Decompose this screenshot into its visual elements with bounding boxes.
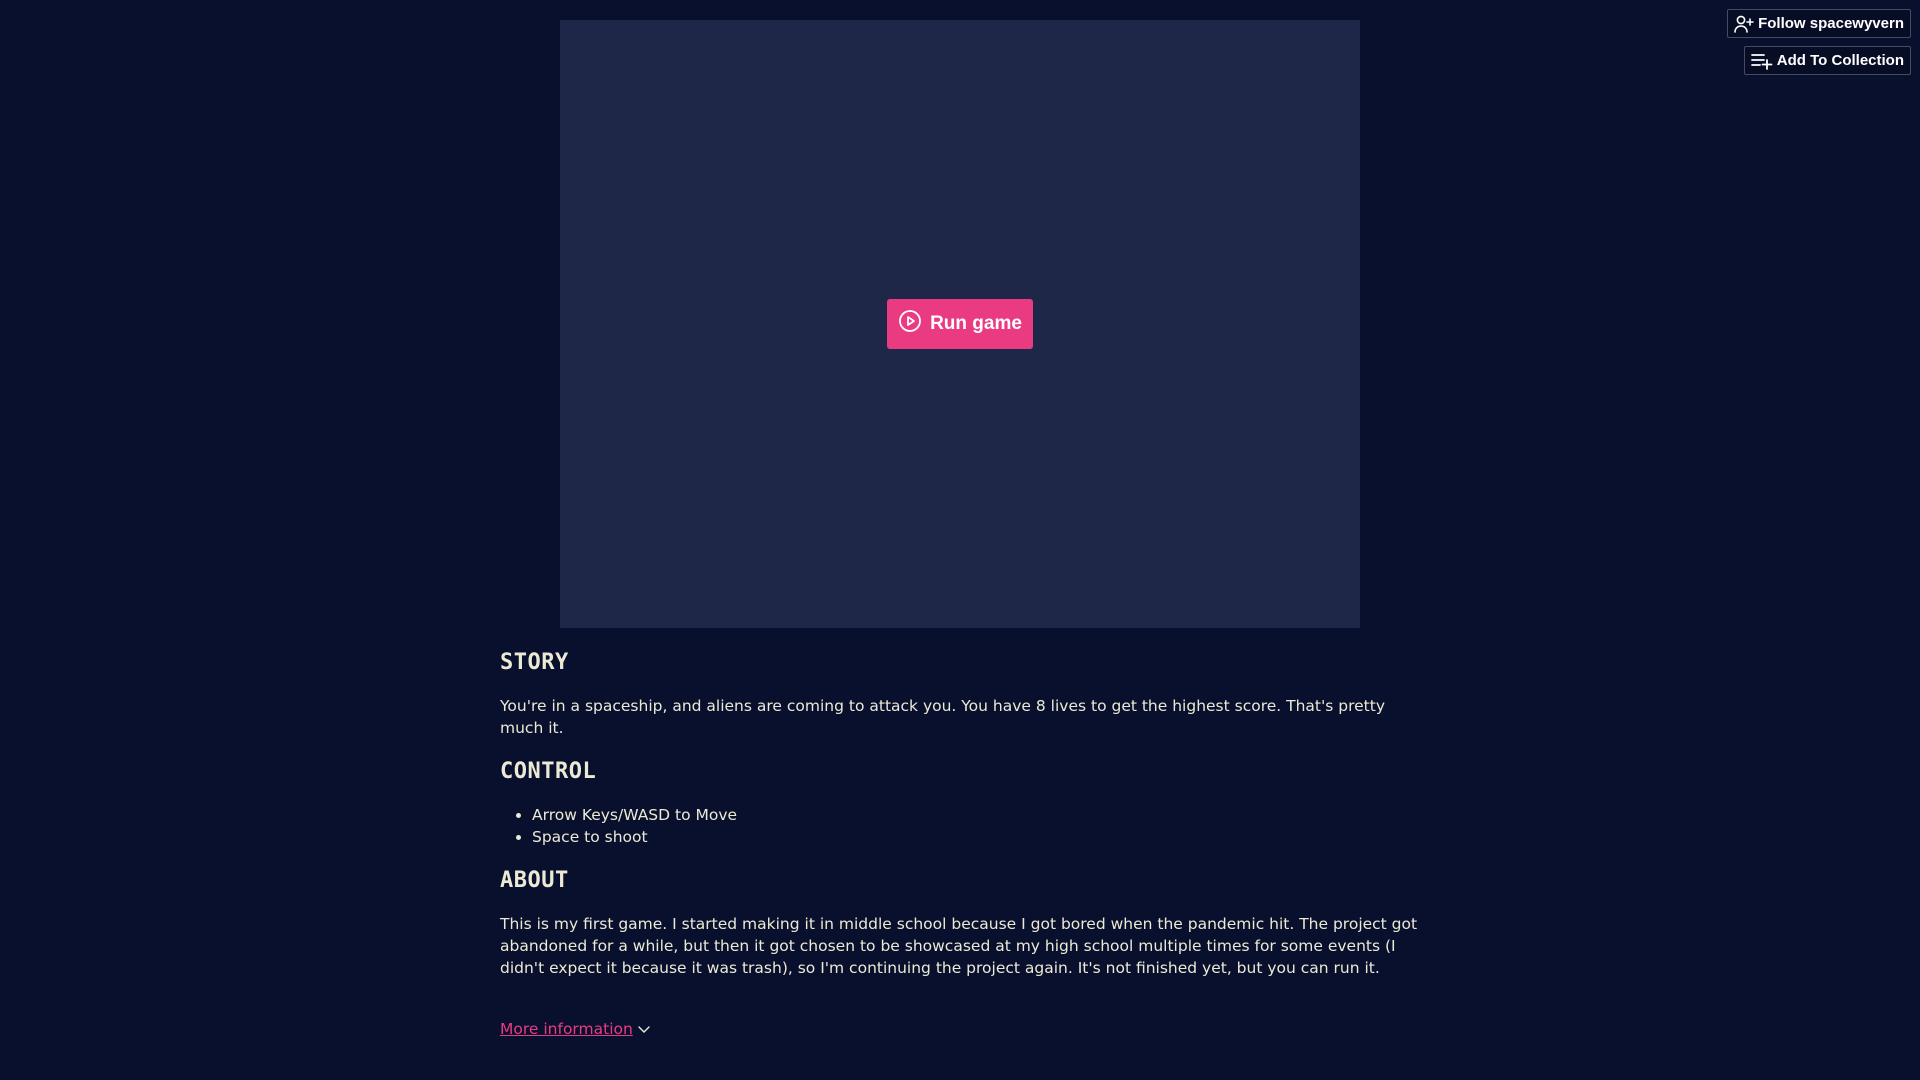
play-circle-icon <box>898 309 922 339</box>
game-description: STORY You're in a spaceship, and aliens … <box>500 650 1420 1038</box>
more-information-label: More information <box>500 1020 633 1038</box>
playlist-add-icon <box>1750 52 1773 70</box>
follow-button-label: Follow spacewyvern <box>1758 15 1904 32</box>
user-plus-icon <box>1734 15 1754 33</box>
story-heading: STORY <box>500 650 569 675</box>
game-page: Follow spacewyvern Add To Collection Run… <box>0 0 1920 1080</box>
control-heading: CONTROL <box>500 759 597 784</box>
follow-button[interactable]: Follow spacewyvern <box>1727 9 1911 38</box>
run-game-label: Run game <box>930 313 1022 334</box>
game-frame: Run game <box>560 20 1360 628</box>
list-item: Arrow Keys/WASD to Move <box>532 804 1420 826</box>
about-text: This is my first game. I started making … <box>500 915 1418 977</box>
chevron-down-icon <box>637 1020 651 1038</box>
about-heading: ABOUT <box>500 868 569 893</box>
control-list: Arrow Keys/WASD to Move Space to shoot <box>500 804 1420 848</box>
add-to-collection-button[interactable]: Add To Collection <box>1743 46 1911 75</box>
user-tools: Follow spacewyvern Add To Collection <box>1727 9 1911 75</box>
add-to-collection-label: Add To Collection <box>1776 52 1904 69</box>
list-item: Space to shoot <box>532 826 1420 848</box>
more-information-link[interactable]: More information <box>500 1020 651 1038</box>
story-text: You're in a spaceship, and aliens are co… <box>500 697 1385 737</box>
run-game-button[interactable]: Run game <box>887 299 1033 349</box>
